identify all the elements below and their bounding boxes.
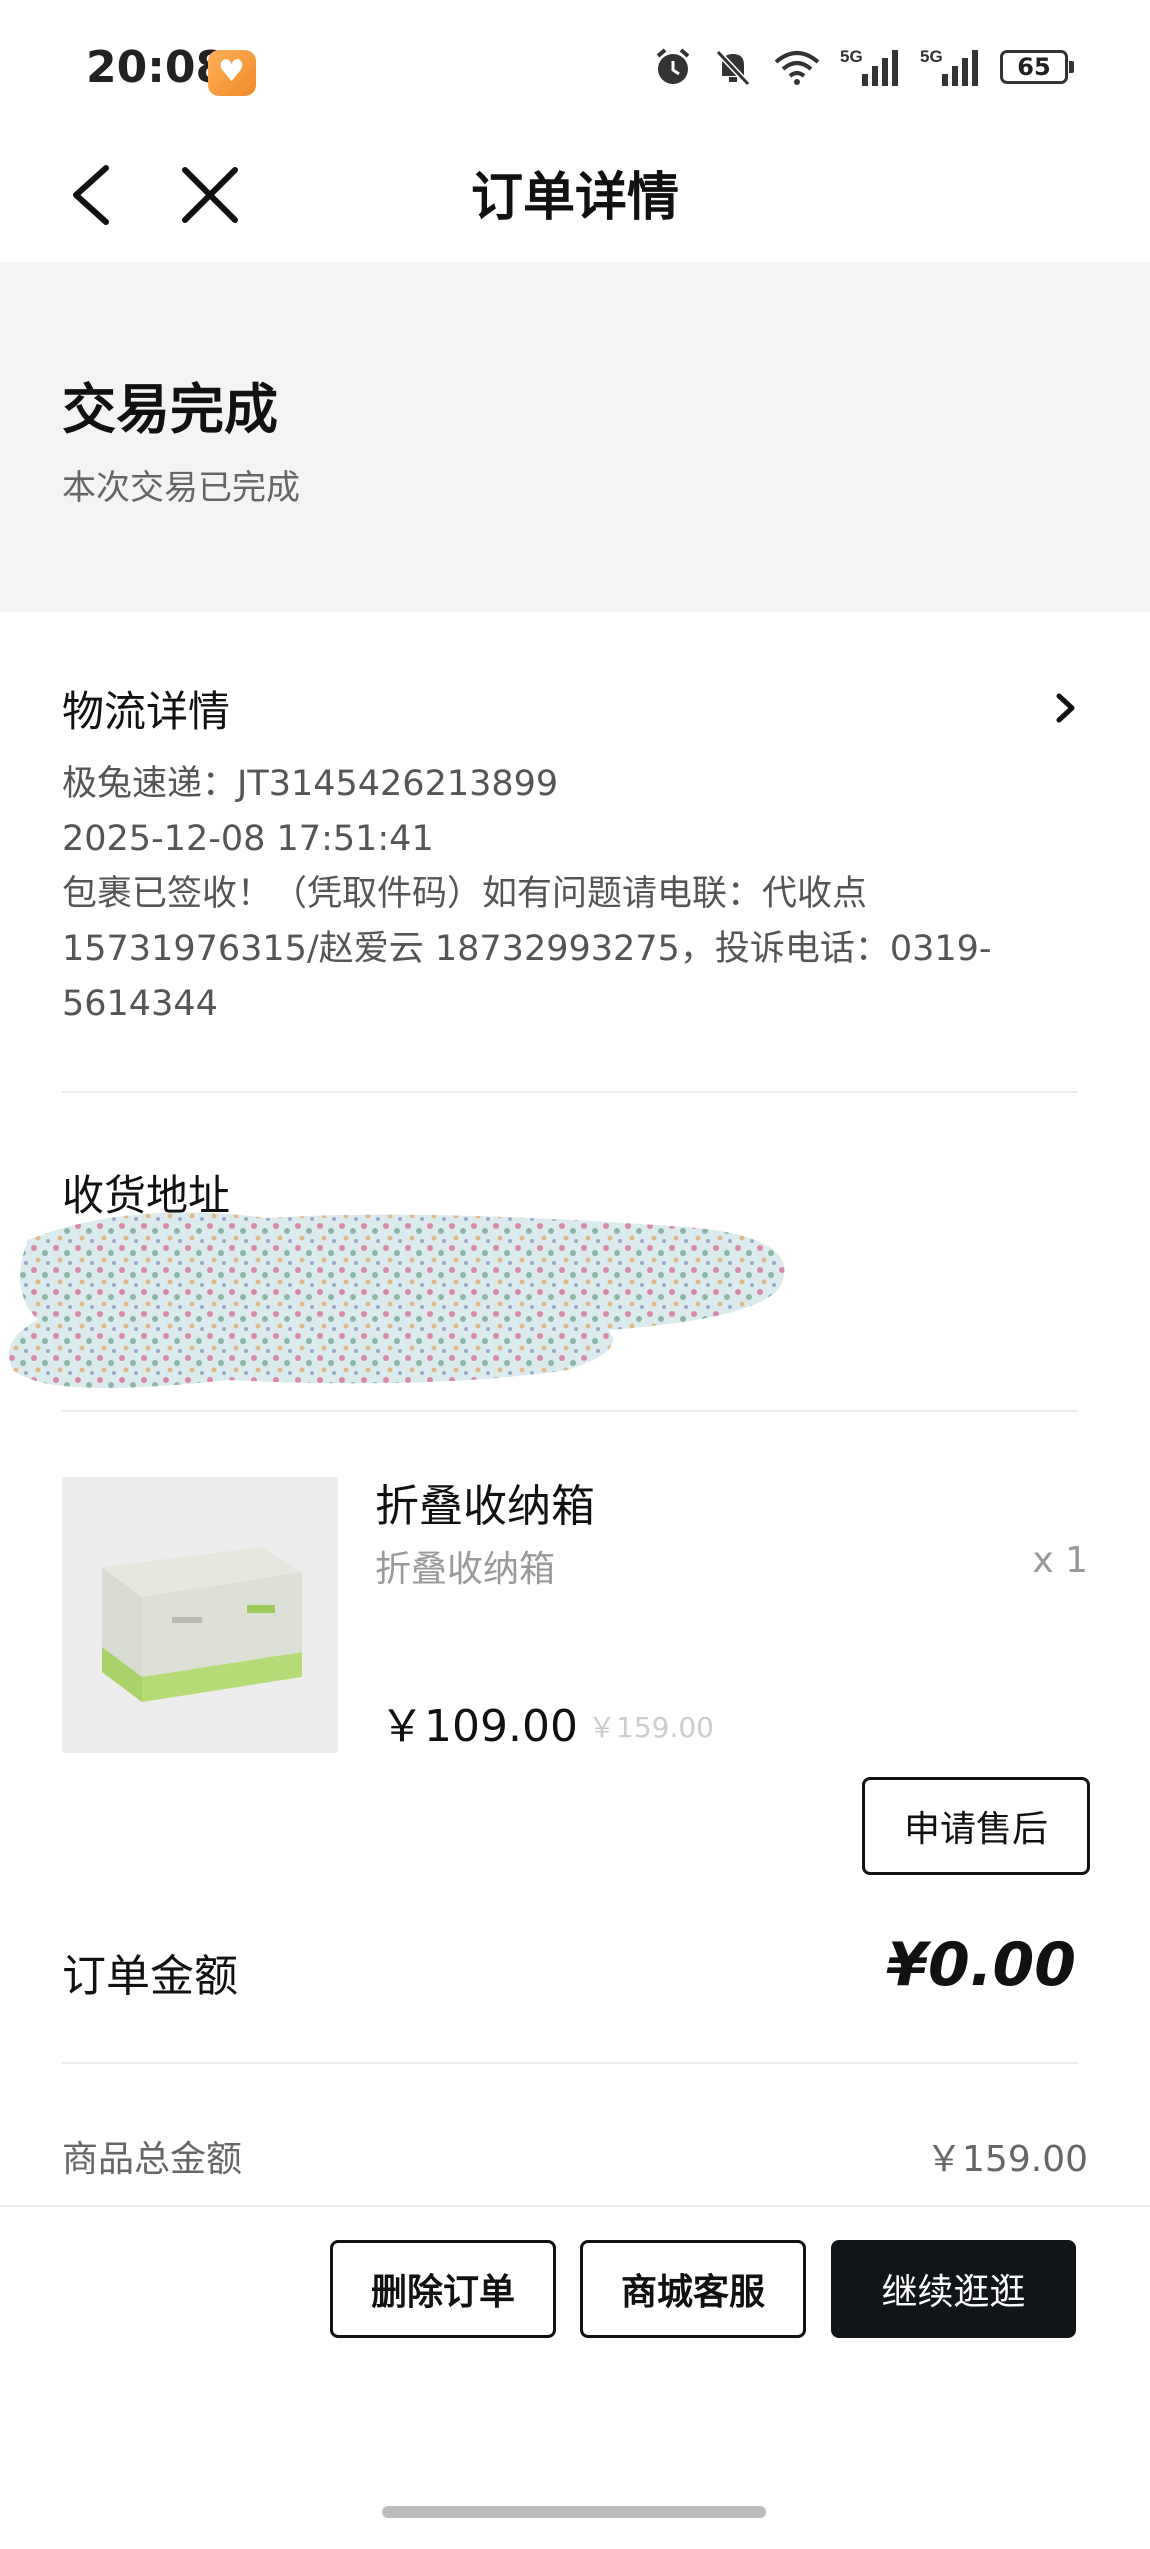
app-notification-icon (208, 50, 256, 96)
logistics-status-line: 15731976315/赵爱云 18732993275，投诉电话：0319- (62, 929, 992, 969)
order-status-subtitle: 本次交易已完成 (62, 468, 300, 508)
alarm-icon (656, 48, 690, 84)
product-price: ￥109.00 (380, 1701, 578, 1752)
order-status-title: 交易完成 (62, 378, 278, 441)
customer-service-button[interactable]: 商城客服 (580, 2240, 806, 2338)
goods-total-label: 商品总金额 (62, 2139, 243, 2180)
order-amount-value: ¥0.00 (886, 1930, 1076, 2000)
product-image[interactable] (62, 1477, 338, 1753)
goods-total-value: ￥159.00 (926, 2139, 1088, 2180)
product-quantity: x 1 (1032, 1540, 1088, 1581)
battery-icon: 65 (1000, 50, 1074, 84)
logistics-status-line: 5614344 (62, 984, 218, 1024)
continue-shopping-button[interactable]: 继续逛逛 (831, 2240, 1076, 2338)
signal-5g-icon: 5G (840, 47, 898, 86)
logistics-time: 2025-12-08 17:51:41 (62, 819, 434, 859)
logistics-title[interactable]: 物流详情 (62, 678, 230, 739)
wifi-icon (774, 51, 820, 85)
product-original-price: ￥159.00 (588, 1711, 714, 1744)
after-sale-button[interactable]: 申请售后 (862, 1777, 1090, 1875)
svg-text:5G: 5G (920, 47, 943, 66)
delete-order-button[interactable]: 删除订单 (330, 2240, 556, 2338)
order-amount-label: 订单金额 (62, 1951, 238, 2002)
divider (62, 1091, 1078, 1093)
storage-box-image (62, 1477, 338, 1753)
logistics-tracking-number: 极兔速递：JT3145426213899 (62, 764, 559, 804)
status-icons: 5G 5G 65 (652, 46, 1074, 88)
divider (62, 1410, 1078, 1412)
svg-text:5G: 5G (840, 47, 863, 66)
logistics-status-line: 包裹已签收！（凭取件码）如有问题请电联：代收点 (62, 874, 868, 914)
product-spec: 折叠收纳箱 (375, 1549, 556, 1590)
redaction-mask (8, 1212, 785, 1388)
divider (62, 2062, 1078, 2064)
status-time: 20:08 (86, 42, 227, 93)
signal-5g-icon: 5G (920, 47, 978, 86)
product-name[interactable]: 折叠收纳箱 (375, 1470, 595, 1534)
page-title: 订单详情 (470, 168, 679, 228)
home-indicator[interactable] (382, 2506, 766, 2518)
chevron-right-icon[interactable] (1050, 688, 1080, 728)
mute-bell-icon (715, 49, 751, 87)
